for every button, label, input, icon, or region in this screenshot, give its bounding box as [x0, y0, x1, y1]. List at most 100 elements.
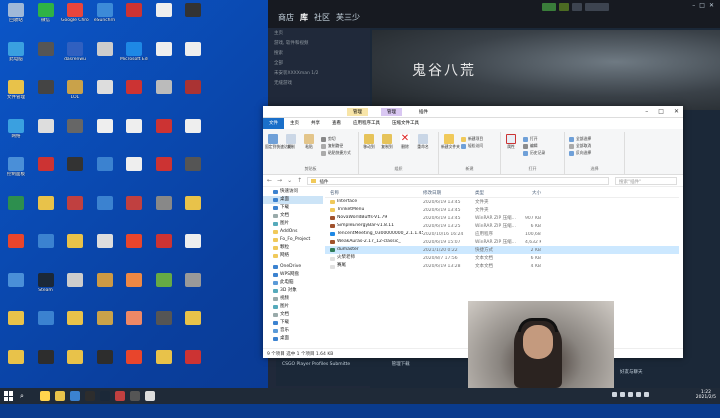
- address-bar[interactable]: 插件: [307, 177, 609, 185]
- new-item-button[interactable]: 新建项目: [461, 136, 483, 142]
- desktop-icon[interactable]: 回收站: [2, 3, 30, 33]
- steam-nav-library[interactable]: 库: [300, 12, 308, 23]
- minimize-icon[interactable]: –: [645, 108, 648, 115]
- desktop-icon[interactable]: [120, 195, 148, 226]
- taskbar-app-icon[interactable]: [130, 391, 140, 401]
- desktop-icon[interactable]: [179, 157, 207, 187]
- nav-quick-access[interactable]: 快速访问: [263, 188, 323, 196]
- nav-wps[interactable]: WPS网盘: [263, 271, 323, 279]
- delete-button[interactable]: ✕ 删除: [397, 134, 413, 149]
- nav-desktop-pc[interactable]: 桌面: [263, 335, 323, 343]
- desktop-icon[interactable]: LOL: [61, 80, 89, 110]
- desktop-icon[interactable]: [179, 80, 207, 110]
- column-type[interactable]: 类型: [475, 190, 525, 196]
- properties-button[interactable]: 属性: [503, 134, 519, 149]
- clock[interactable]: 1:22 2021/2/5: [696, 390, 716, 400]
- desktop-icon[interactable]: [150, 311, 178, 341]
- desktop-icon[interactable]: [179, 118, 207, 149]
- desktop-icon[interactable]: [91, 157, 119, 187]
- desktop-icon[interactable]: [150, 157, 178, 187]
- tab-share[interactable]: 共享: [305, 118, 326, 129]
- desktop-icon[interactable]: 网络: [2, 118, 30, 149]
- desktop-icon[interactable]: [179, 41, 207, 72]
- tab-file[interactable]: 文件: [263, 118, 284, 129]
- desktop-icon[interactable]: [120, 157, 148, 187]
- taskbar-app-icon[interactable]: [145, 391, 155, 401]
- nav-addons[interactable]: AddOns: [263, 228, 323, 236]
- rename-button[interactable]: 重命名: [415, 134, 431, 149]
- steam-side-filter[interactable]: 游戏, 软件和视频: [268, 38, 370, 48]
- desktop-icon[interactable]: [2, 311, 30, 341]
- invert-selection-button[interactable]: 反向选择: [569, 150, 591, 156]
- paste-shortcut-button[interactable]: 粘贴快捷方式: [321, 150, 351, 156]
- desktop-icon[interactable]: [150, 3, 178, 33]
- nav-videos[interactable]: 视频: [263, 295, 323, 303]
- back-arrow-icon[interactable]: ←: [267, 177, 272, 184]
- desktop-icon[interactable]: [91, 80, 119, 110]
- windows-start-icon[interactable]: [4, 391, 14, 401]
- column-size[interactable]: 大小: [525, 190, 541, 196]
- steam-game-banner[interactable]: 鬼谷八荒: [372, 30, 720, 110]
- desktop-icon[interactable]: [91, 311, 119, 341]
- history-button[interactable]: 历史记录: [523, 150, 545, 156]
- open-button[interactable]: 打开: [523, 136, 538, 142]
- copy-to-button[interactable]: 复制到: [379, 134, 395, 149]
- column-date[interactable]: 修改日期: [423, 190, 475, 196]
- tab-view[interactable]: 查看: [326, 118, 347, 129]
- desktop-icon[interactable]: [120, 349, 148, 380]
- file-row[interactable]: TencentMeeting_0300000000_2.1.1.45... 202…: [325, 230, 679, 238]
- move-to-button[interactable]: 移动到: [361, 134, 377, 149]
- tray-icon[interactable]: [620, 392, 625, 397]
- steam-bottom-item[interactable]: 管理下载: [392, 362, 410, 367]
- steam-side-all[interactable]: 全部: [268, 58, 370, 68]
- desktop-icon[interactable]: [91, 272, 119, 303]
- file-row[interactable]: TrinketMenu 2020/6/19 13:45 文件夹: [325, 206, 679, 214]
- desktop-icon[interactable]: eSunchrn: [91, 3, 119, 33]
- file-row[interactable]: 赛尾 2020/6/19 13:28 文本文档 4 KB: [325, 262, 679, 270]
- ctx-tab-manage[interactable]: 管理: [381, 108, 402, 116]
- desktop-icon[interactable]: [2, 234, 30, 264]
- desktop-icon[interactable]: 微信: [32, 3, 60, 33]
- network-icon[interactable]: [644, 392, 649, 397]
- desktop-icon[interactable]: [179, 349, 207, 380]
- nav-desktop[interactable]: 桌面: [263, 196, 323, 204]
- steam-badge[interactable]: [559, 3, 569, 11]
- taskbar-app-icon[interactable]: [100, 391, 110, 401]
- nav-this-pc[interactable]: 此电脑: [263, 279, 323, 287]
- desktop-icon[interactable]: 此电脑: [2, 41, 30, 72]
- desktop-icon[interactable]: [150, 349, 178, 380]
- desktop-icon[interactable]: [32, 311, 60, 341]
- tray-icon[interactable]: [612, 392, 617, 397]
- desktop-icon[interactable]: [61, 349, 89, 380]
- search-input[interactable]: 搜索"插件": [615, 177, 677, 185]
- nav-pictures-pc[interactable]: 图片: [263, 303, 323, 311]
- desktop-icon[interactable]: [120, 118, 148, 149]
- desktop-icon[interactable]: [61, 195, 89, 226]
- desktop-icon[interactable]: 控制面板: [2, 157, 30, 187]
- desktop-icon[interactable]: [179, 195, 207, 226]
- desktop-icon[interactable]: [91, 195, 119, 226]
- steam-side-game[interactable]: 无缝游戏: [268, 78, 370, 88]
- select-all-button[interactable]: 全部选择: [569, 136, 591, 142]
- steam-bottom-item[interactable]: CSGO Player Profiles Submitte: [282, 362, 350, 367]
- desktop-icon[interactable]: Microsoft Edge: [120, 41, 148, 72]
- copy-path-button[interactable]: 复制路径: [321, 143, 343, 149]
- desktop-icon[interactable]: [2, 349, 30, 380]
- steam-side-home[interactable]: 主页: [268, 28, 370, 38]
- desktop-icon[interactable]: [32, 234, 60, 264]
- minimize-icon[interactable]: –: [692, 2, 695, 9]
- close-icon[interactable]: ✕: [674, 108, 679, 115]
- desktop-icon[interactable]: [150, 195, 178, 226]
- desktop-icon[interactable]: [179, 3, 207, 33]
- desktop-icon[interactable]: [32, 41, 60, 72]
- close-icon[interactable]: ✕: [709, 2, 714, 9]
- steam-side-search[interactable]: 搜索: [268, 48, 370, 58]
- copy-button[interactable]: 复制: [283, 134, 299, 149]
- nav-network[interactable]: 网络: [263, 252, 323, 260]
- desktop-icon[interactable]: [91, 234, 119, 264]
- edit-button[interactable]: 编辑: [523, 143, 538, 149]
- steam-badge[interactable]: [572, 3, 582, 11]
- file-row[interactable]: NovaWorldBuffs-V1.79 2020/6/19 13:45 WinRA…: [325, 214, 679, 222]
- pin-button[interactable]: 固定到快速访问: [265, 134, 292, 149]
- desktop-icon[interactable]: [150, 41, 178, 72]
